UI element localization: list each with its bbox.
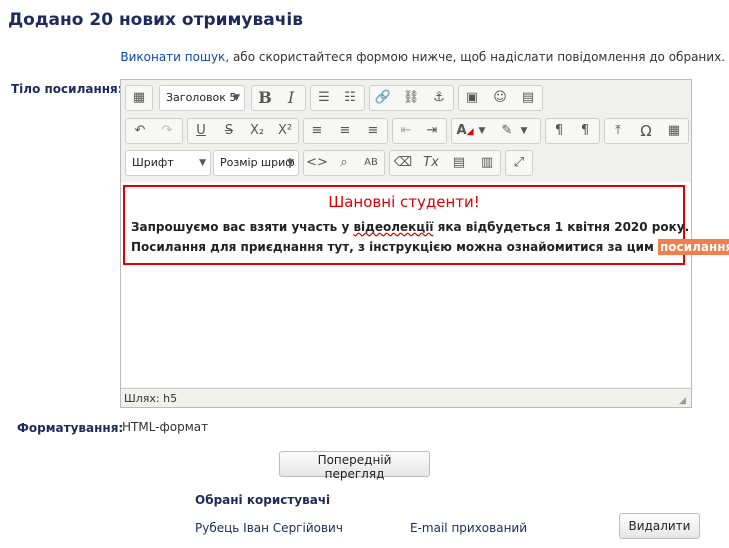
toolbar-group: B I (251, 85, 306, 111)
toolbar-group: A◢ ▼ ✎ ▼ (451, 118, 541, 144)
format-select-value: Заголовок 5 (166, 91, 237, 104)
paste-text-icon[interactable]: ▤ (448, 153, 470, 173)
fullscreen-icon[interactable]: ⤢ (508, 153, 530, 173)
chevron-down-icon: ▼ (233, 93, 240, 103)
ltr-icon[interactable]: ¶ (548, 121, 570, 141)
find-icon[interactable]: ⌕ (333, 153, 355, 173)
special-char-icon[interactable]: Ω (635, 121, 657, 141)
chevron-down-icon[interactable]: ▼ (476, 121, 488, 141)
editor-path-bar: Шлях: h5 ◢ (121, 388, 691, 407)
greeting-heading: Шановні студенти! (328, 193, 480, 211)
message-text: Посилання для приєднання тут, з інструкц… (131, 240, 659, 254)
toolbar-group: ⤢ (505, 150, 533, 176)
user-name: Рубець Іван Сергійович (195, 521, 343, 535)
font-size-select-value: Розмір шриф (220, 156, 295, 169)
message-text: Запрошуємо вас взяти участь у (131, 220, 354, 234)
strikethrough-icon[interactable]: S (218, 121, 240, 141)
user-email: E-mail прихований (410, 521, 528, 535)
remove-format-icon[interactable]: Tx (420, 153, 442, 173)
delete-button[interactable]: Видалити (619, 513, 700, 539)
outdent-icon[interactable]: ⇤ (395, 121, 417, 141)
italic-icon[interactable]: I (280, 88, 302, 108)
table-icon[interactable]: ▦ (663, 121, 685, 141)
toolbar-group: ⌫ Tx ▤ ▥ (389, 150, 501, 176)
align-center-icon[interactable]: ≡ (334, 121, 356, 141)
link-icon[interactable]: 🔗 (372, 88, 394, 108)
media-icon[interactable]: ▤ (517, 88, 539, 108)
upload-icon[interactable]: ⤒ (607, 121, 629, 141)
font-size-select[interactable]: Розмір шриф ▼ (213, 150, 299, 176)
align-left-icon[interactable]: ≡ (306, 121, 328, 141)
selected-users-heading: Обрані користувачі (195, 493, 331, 507)
font-select[interactable]: Шрифт ▼ (125, 150, 211, 176)
highlight-color-icon[interactable]: ✎ (496, 121, 518, 141)
font-select-value: Шрифт (132, 156, 174, 169)
misspelled-word: відеолекції (353, 220, 434, 234)
search-instructions-text: , або скористайтеся формою нижче, щоб на… (225, 50, 725, 64)
toolbar-group: ☰ ☷ (310, 85, 365, 111)
paste-word-icon[interactable]: ▥ (476, 153, 498, 173)
numbered-list-icon[interactable]: ☷ (339, 88, 361, 108)
page-title: Додано 20 нових отримувачів (8, 10, 303, 30)
body-label: Тіло посилання: (11, 82, 123, 96)
message-text: яка відбудеться 1 квітня 2020 року. (433, 220, 690, 234)
unlink-icon[interactable]: ⛓ (400, 88, 422, 108)
search-instructions: Виконати пошук, або скористайтеся формою… (120, 50, 725, 64)
editor-content[interactable]: Шановні студенти! Запрошуємо вас взяти у… (121, 182, 729, 387)
search-link[interactable]: Виконати пошук (120, 50, 225, 64)
resize-handle-icon[interactable]: ◢ (679, 396, 689, 406)
chevron-down-icon: ▼ (199, 158, 206, 168)
clear-format-icon[interactable]: ⌫ (392, 153, 414, 173)
preview-button[interactable]: Попередній перегляд (279, 451, 430, 481)
toolbar-group: ▣ ☺ ▤ (458, 85, 543, 111)
emoticon-icon[interactable]: ☺ (489, 88, 511, 108)
bullet-list-icon[interactable]: ☰ (313, 88, 335, 108)
toolbar-group: ⇤ ⇥ (392, 118, 447, 144)
image-icon[interactable]: ▣ (461, 88, 483, 108)
superscript-icon[interactable]: X² (274, 121, 296, 141)
toolbar-group: ↶ ↷ (125, 118, 183, 144)
chevron-down-icon: ▼ (287, 158, 294, 168)
redo-icon[interactable]: ↷ (156, 121, 178, 141)
format-value: HTML-формат (122, 420, 209, 434)
toolbar-group: ⤒ Ω ▦ (604, 118, 689, 144)
chevron-down-icon[interactable]: ▼ (518, 121, 530, 141)
message-line-2: Посилання для приєднання тут, з інструкц… (131, 239, 729, 255)
toolbar-group: ≡ ≡ ≡ (303, 118, 388, 144)
toolbar-group: ▦ (125, 85, 153, 111)
rich-text-editor: ▦ Заголовок 5 ▼ B I ☰ ☷ 🔗 ⛓ ⚓ ▣ ☺ ▤ ↶ ↷ (120, 79, 729, 408)
toolbar-group: U S X₂ X² (187, 118, 299, 144)
code-icon[interactable]: <> (306, 153, 328, 173)
format-select[interactable]: Заголовок 5 ▼ (159, 85, 245, 111)
subscript-icon[interactable]: X₂ (246, 121, 268, 141)
highlighted-link[interactable]: посиланням (658, 239, 729, 255)
indent-icon[interactable]: ⇥ (421, 121, 443, 141)
format-label: Форматування: (17, 421, 124, 435)
toolbar-group: <> ⌕ AB (303, 150, 385, 176)
text-color-icon[interactable]: A◢ (454, 121, 476, 141)
spellcheck-icon[interactable]: AB (360, 153, 382, 173)
message-line-1: Запрошуємо вас взяти участь у відеолекці… (131, 220, 689, 234)
undo-icon[interactable]: ↶ (129, 121, 151, 141)
toggle-toolbar-icon[interactable]: ▦ (128, 88, 150, 108)
anchor-icon[interactable]: ⚓ (428, 88, 450, 108)
path-label: Шлях: h5 (124, 392, 178, 405)
underline-icon[interactable]: U (190, 121, 212, 141)
rtl-icon[interactable]: ¶ (574, 121, 596, 141)
toolbar-group: ¶ ¶ (545, 118, 600, 144)
toolbar-group: 🔗 ⛓ ⚓ (369, 85, 454, 111)
align-right-icon[interactable]: ≡ (362, 121, 384, 141)
bold-icon[interactable]: B (254, 88, 276, 108)
message-frame: Шановні студенти! Запрошуємо вас взяти у… (123, 185, 729, 265)
